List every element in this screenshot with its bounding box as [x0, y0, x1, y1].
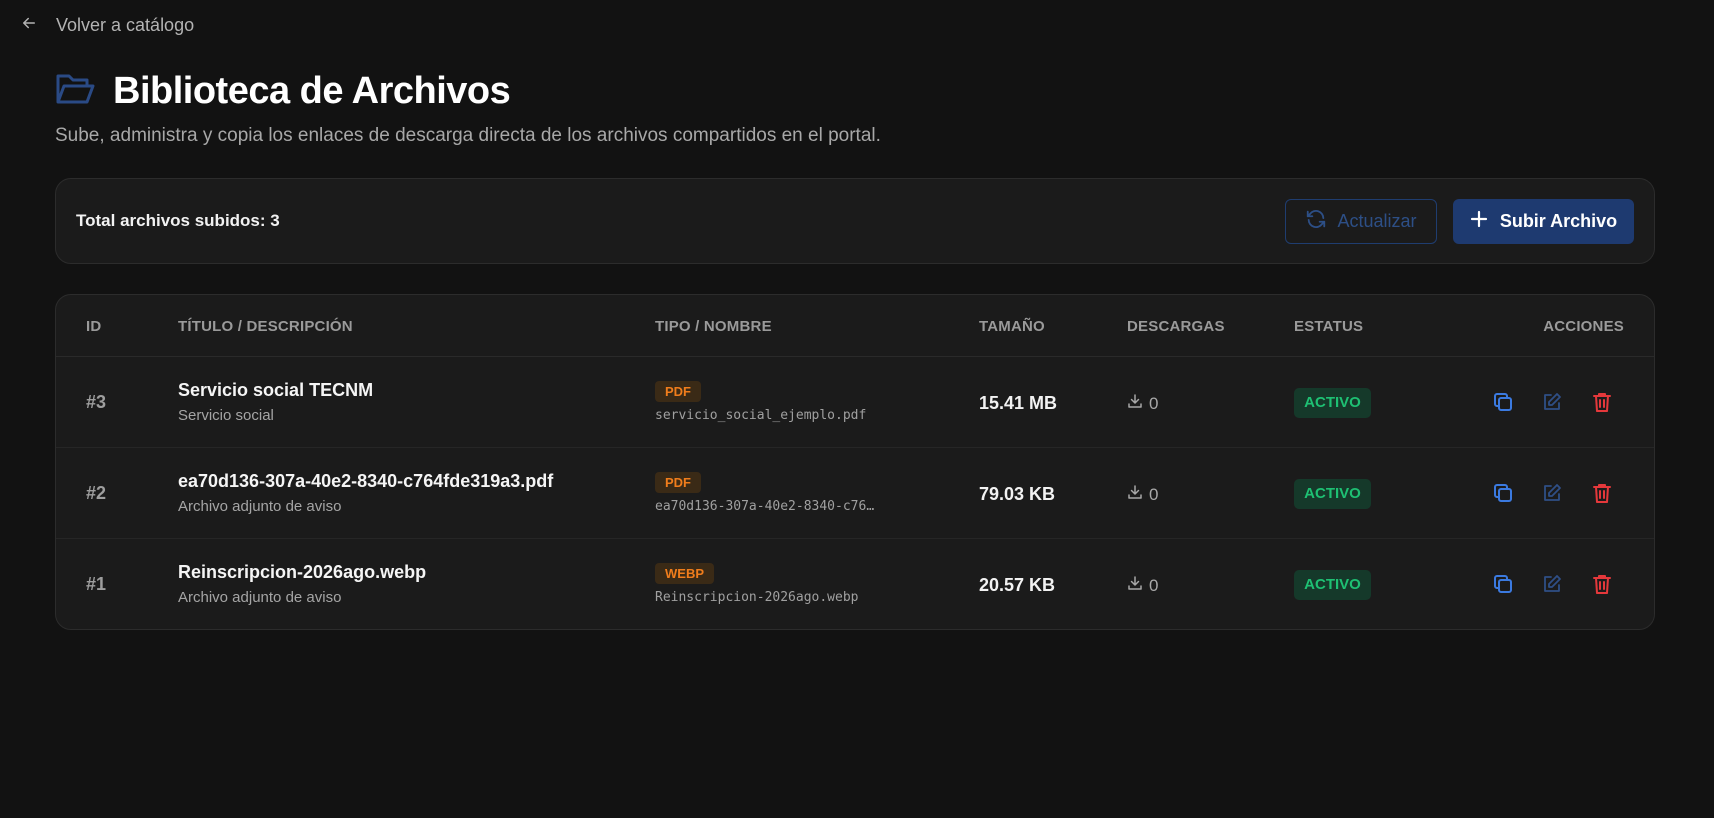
column-header-downloads: DESCARGAS: [1127, 318, 1225, 335]
row-id: #2: [86, 483, 107, 503]
row-size: 15.41 MB: [979, 393, 1058, 413]
file-type-badge: WEBP: [655, 563, 714, 584]
download-icon: [1127, 575, 1143, 596]
status-badge: ACTIVO: [1294, 388, 1371, 418]
upload-button-label: Subir Archivo: [1499, 210, 1618, 231]
refresh-button[interactable]: Actualizar: [1285, 198, 1437, 244]
download-icon: [1127, 393, 1143, 414]
column-header-title: TÍTULO / DESCRIPCIÓN: [178, 318, 353, 335]
trash-icon[interactable]: [1591, 482, 1613, 504]
row-filename: servicio_social_ejemplo.pdf: [655, 408, 867, 423]
row-downloads: 0: [1127, 393, 1158, 414]
row-filename: ea70d136-307a-40e2-8340-c764fde319a3.pdf: [655, 499, 880, 514]
edit-icon[interactable]: [1541, 482, 1563, 504]
edit-icon[interactable]: [1541, 391, 1563, 413]
back-link[interactable]: Volver a catálogo: [20, 14, 194, 37]
back-link-label: Volver a catálogo: [56, 15, 195, 35]
files-table: ID TÍTULO / DESCRIPCIÓN TIPO / NOMBRE TA…: [55, 294, 1655, 630]
row-title: ea70d136-307a-40e2-8340-c764fde319a3.pdf: [178, 471, 554, 491]
table-row: #2 ea70d136-307a-40e2-8340-c764fde319a3.…: [56, 448, 1654, 539]
refresh-icon: [1305, 208, 1327, 235]
column-header-status: ESTATUS: [1294, 318, 1364, 335]
status-badge: ACTIVO: [1294, 570, 1371, 600]
trash-icon[interactable]: [1591, 391, 1613, 413]
page-title: Biblioteca de Archivos: [113, 70, 511, 112]
edit-icon[interactable]: [1541, 573, 1563, 595]
table-row: #3 Servicio social TECNM Servicio social…: [56, 357, 1654, 448]
table-row: #1 Reinscripcion-2026ago.webp Archivo ad…: [56, 539, 1654, 629]
download-icon: [1127, 484, 1143, 505]
page-header: Biblioteca de Archivos Sube, administra …: [55, 70, 881, 147]
copy-icon[interactable]: [1492, 573, 1514, 595]
upload-button[interactable]: Subir Archivo: [1453, 198, 1634, 244]
row-id: #1: [86, 574, 107, 594]
status-badge: ACTIVO: [1294, 479, 1371, 509]
row-size: 79.03 KB: [979, 484, 1056, 504]
row-size: 20.57 KB: [979, 575, 1056, 595]
row-description: Archivo adjunto de aviso: [178, 498, 342, 515]
table-header: ID TÍTULO / DESCRIPCIÓN TIPO / NOMBRE TA…: [56, 295, 1654, 357]
total-files-label: Total archivos subidos: 3: [76, 211, 280, 230]
arrow-left-icon: [20, 14, 38, 37]
downloads-count: 0: [1149, 393, 1159, 413]
column-header-size: TAMAÑO: [979, 318, 1045, 335]
refresh-button-label: Actualizar: [1337, 210, 1417, 231]
row-title: Reinscripcion-2026ago.webp: [178, 562, 427, 582]
copy-icon[interactable]: [1492, 391, 1514, 413]
row-downloads: 0: [1127, 575, 1158, 596]
file-type-badge: PDF: [655, 472, 701, 493]
plus-icon: [1470, 210, 1488, 233]
row-id: #3: [86, 392, 107, 412]
downloads-count: 0: [1149, 484, 1159, 504]
toolbar-card: Total archivos subidos: 3 Actualizar Sub…: [55, 178, 1655, 264]
row-title: Servicio social TECNM: [178, 380, 374, 400]
page-subtitle: Sube, administra y copia los enlaces de …: [55, 125, 881, 146]
column-header-type: TIPO / NOMBRE: [655, 318, 772, 335]
row-downloads: 0: [1127, 484, 1158, 505]
copy-icon[interactable]: [1492, 482, 1514, 504]
folder-open-icon: [55, 71, 95, 112]
column-header-id: ID: [86, 318, 102, 335]
downloads-count: 0: [1149, 575, 1159, 595]
row-description: Archivo adjunto de aviso: [178, 589, 342, 606]
file-type-badge: PDF: [655, 381, 701, 402]
row-description: Servicio social: [178, 407, 274, 424]
row-filename: Reinscripcion-2026ago.webp: [655, 590, 859, 605]
trash-icon[interactable]: [1591, 573, 1613, 595]
column-header-actions: ACCIONES: [1543, 318, 1624, 335]
